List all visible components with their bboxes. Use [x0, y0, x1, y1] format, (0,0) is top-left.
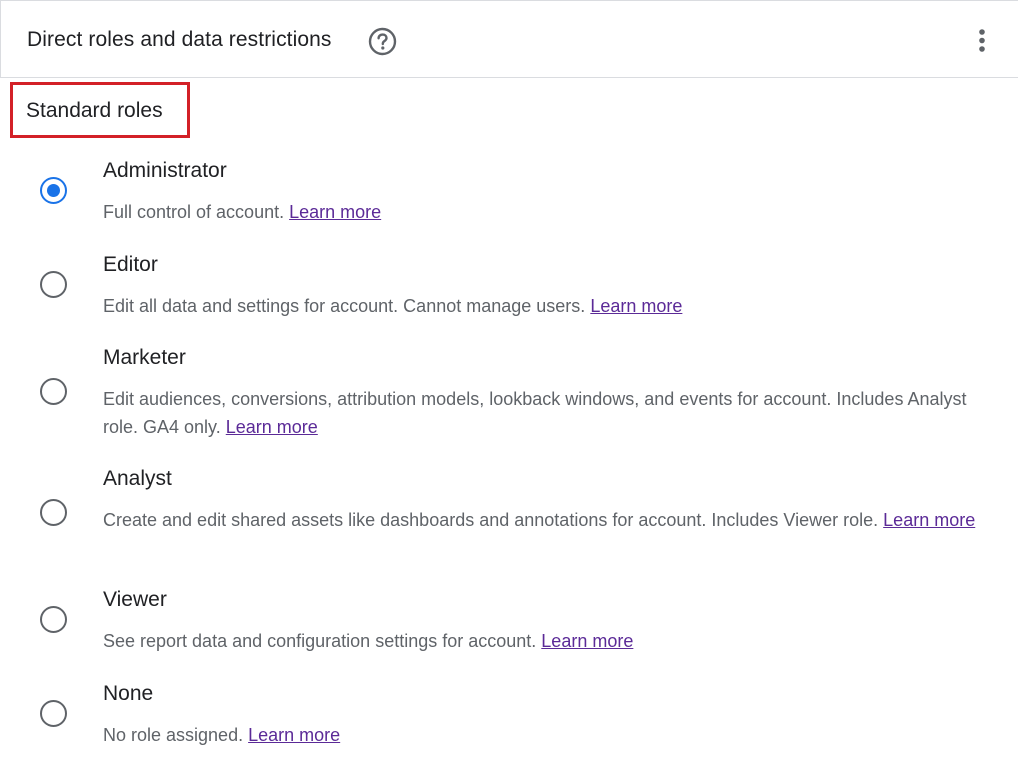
- learn-more-link[interactable]: Learn more: [541, 631, 633, 651]
- learn-more-link[interactable]: Learn more: [226, 417, 318, 437]
- role-description: Edit audiences, conversions, attribution…: [103, 389, 967, 437]
- learn-more-link[interactable]: Learn more: [883, 510, 975, 530]
- more-vert-icon[interactable]: [971, 27, 993, 55]
- radio-marketer[interactable]: [40, 378, 67, 405]
- panel-title: Direct roles and data restrictions: [27, 28, 332, 51]
- help-circle-icon[interactable]: [368, 27, 397, 56]
- learn-more-link[interactable]: Learn more: [248, 725, 340, 745]
- radio-editor[interactable]: [40, 271, 67, 298]
- role-description: Full control of account. Learn more: [103, 202, 382, 222]
- panel-header: Direct roles and data restrictions: [0, 0, 1018, 78]
- section-title: Standard roles: [26, 99, 163, 122]
- role-description: Create and edit shared assets like dashb…: [103, 510, 976, 530]
- role-name: Editor: [103, 253, 158, 276]
- radio-viewer[interactable]: [40, 606, 67, 633]
- role-name: Analyst: [103, 467, 172, 490]
- role-description: See report data and configuration settin…: [103, 631, 634, 651]
- role-name: Administrator: [103, 159, 227, 182]
- role-name: Marketer: [103, 346, 186, 369]
- role-name: None: [103, 682, 154, 705]
- role-description: Edit all data and settings for account. …: [103, 296, 683, 316]
- radio-analyst[interactable]: [40, 499, 67, 526]
- learn-more-link[interactable]: Learn more: [590, 296, 682, 316]
- role-name: Viewer: [103, 588, 167, 611]
- radio-none[interactable]: [40, 700, 67, 727]
- role-description: No role assigned. Learn more: [103, 725, 341, 745]
- roles-panel: Direct roles and data restrictions Stand…: [0, 0, 1018, 760]
- learn-more-link[interactable]: Learn more: [289, 202, 381, 222]
- radio-administrator[interactable]: [40, 177, 67, 204]
